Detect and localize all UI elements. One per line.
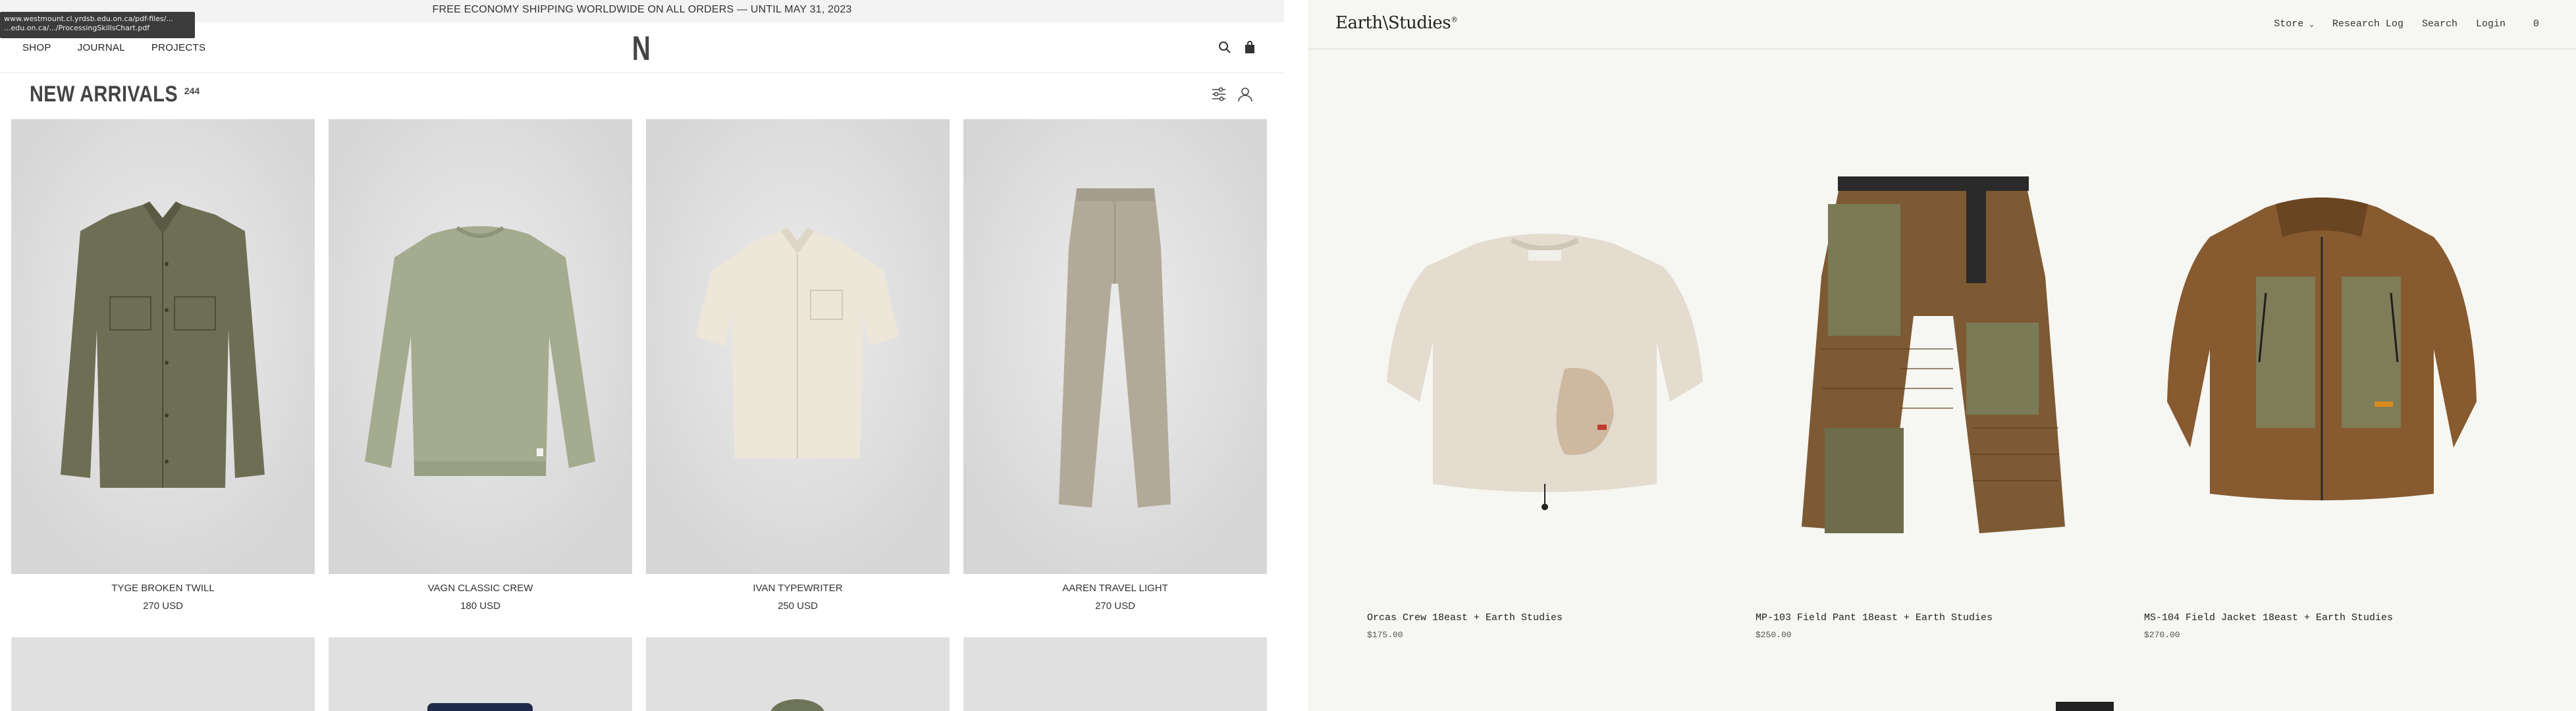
brand-logo[interactable]: Earth\Studies® <box>1335 13 1458 33</box>
page-title: NEW ARRIVALS <box>30 82 178 107</box>
shirt-jacket-illustration <box>11 119 315 574</box>
product-image-row2-4[interactable] <box>963 637 1267 711</box>
field-jacket-illustration <box>2167 198 2477 500</box>
nav-store[interactable]: Store ⌄ <box>2274 18 2314 30</box>
product-price: $250.00 <box>1756 630 1792 640</box>
navy-garment-illustration <box>427 703 533 711</box>
tooltip-line-1: www.westmount.cl.yrdsb.edu.on.ca/pdf-fil… <box>4 14 173 23</box>
product-card[interactable]: AAREN TRAVEL LIGHT 270 USD <box>963 119 1267 612</box>
sweatshirt-illustration <box>329 119 632 574</box>
nav-icons <box>1217 40 1258 55</box>
nav-research-log[interactable]: Research Log <box>2332 18 2403 30</box>
search-icon[interactable] <box>1217 40 1233 55</box>
fleece-crew-illustration <box>1387 234 1703 510</box>
product-price: 250 USD <box>778 600 818 612</box>
right-browser-window: Earth\Studies® Store ⌄ Research Log Sear… <box>1308 0 2576 711</box>
partial-product-image[interactable] <box>2056 702 2114 711</box>
product-image[interactable] <box>1756 151 2111 612</box>
filter-icon[interactable] <box>1210 86 1226 101</box>
product-price: $175.00 <box>1367 630 1403 640</box>
nav-search[interactable]: Search <box>2422 18 2457 30</box>
product-image-row2-2[interactable] <box>329 637 632 711</box>
page-heading: NEW ARRIVALS 244 <box>30 82 200 113</box>
product-image-row2-1[interactable] <box>11 637 315 711</box>
product-price: 270 USD <box>143 600 183 612</box>
camo-hat-illustration <box>770 699 824 711</box>
product-image[interactable] <box>1367 151 1723 612</box>
short-sleeve-shirt-illustration <box>646 119 950 574</box>
product-name[interactable]: AAREN TRAVEL LIGHT <box>963 583 1267 594</box>
logo-registered-mark: ® <box>1451 15 1458 24</box>
cart-count[interactable]: 0 <box>2533 18 2539 30</box>
promo-text: FREE ECONOMY SHIPPING WORLDWIDE ON ALL O… <box>432 4 852 15</box>
field-pant-illustration <box>1802 176 2065 533</box>
window-divider <box>1284 0 1308 711</box>
product-name[interactable]: IVAN TYPEWRITER <box>646 583 950 594</box>
product-image-row2-3[interactable] <box>646 637 950 711</box>
product-name[interactable]: MP-103 Field Pant 18east + Earth Studies <box>1756 612 2111 623</box>
product-card[interactable]: Orcas Crew 18east + Earth Studies $175.0… <box>1367 151 1723 640</box>
account-icon[interactable] <box>1237 86 1252 102</box>
chevron-down-icon: ⌄ <box>2309 21 2314 29</box>
bag-icon[interactable] <box>1242 40 1258 55</box>
product-name[interactable]: VAGN CLASSIC CREW <box>329 583 632 594</box>
site-nav: Store ⌄ Research Log Search Login 0 <box>2274 18 2539 30</box>
product-image[interactable] <box>329 119 632 574</box>
product-price: 270 USD <box>1095 600 1135 612</box>
link-tooltip: www.westmount.cl.yrdsb.edu.on.ca/pdf-fil… <box>0 12 195 38</box>
nav-store-label: Store <box>2274 18 2304 30</box>
nav-projects[interactable]: PROJECTS <box>151 42 205 53</box>
left-browser-window: FREE ECONOMY SHIPPING WORLDWIDE ON ALL O… <box>0 0 1284 711</box>
logo-text: Earth\Studies <box>1335 13 1451 33</box>
product-name[interactable]: MS-104 Field Jacket 18east + Earth Studi… <box>2144 612 2500 623</box>
product-card[interactable]: IVAN TYPEWRITER 250 USD <box>646 119 950 612</box>
product-image[interactable] <box>2144 151 2500 612</box>
brand-logo[interactable]: N <box>632 29 651 68</box>
product-image[interactable] <box>11 119 315 574</box>
site-header: Earth\Studies® Store ⌄ Research Log Sear… <box>1308 0 2576 49</box>
nav-login[interactable]: Login <box>2476 18 2506 30</box>
product-name[interactable]: TYGE BROKEN TWILL <box>11 583 315 594</box>
item-count-badge: 244 <box>184 86 200 96</box>
product-card[interactable]: MS-104 Field Jacket 18east + Earth Studi… <box>2144 151 2500 640</box>
product-price: $270.00 <box>2144 630 2180 640</box>
product-card[interactable]: MP-103 Field Pant 18east + Earth Studies… <box>1756 151 2111 640</box>
trousers-illustration <box>963 119 1267 574</box>
product-card[interactable]: VAGN CLASSIC CREW 180 USD <box>329 119 632 612</box>
nav-journal[interactable]: JOURNAL <box>78 42 125 53</box>
product-image[interactable] <box>963 119 1267 574</box>
nav-shop[interactable]: SHOP <box>22 42 51 53</box>
tooltip-line-2: ...edu.on.ca/.../ProcessingSkillsChart.p… <box>4 24 150 32</box>
product-card[interactable]: TYGE BROKEN TWILL 270 USD <box>11 119 315 612</box>
product-name[interactable]: Orcas Crew 18east + Earth Studies <box>1367 612 1723 623</box>
listing-tools <box>1210 86 1252 102</box>
product-image[interactable] <box>646 119 950 574</box>
product-price: 180 USD <box>460 600 500 612</box>
